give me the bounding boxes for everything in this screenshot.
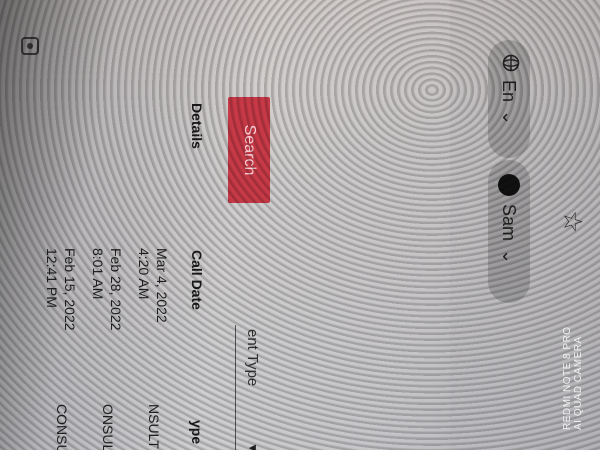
chevron-down-icon: ⌄ [499,110,520,126]
avatar [498,174,520,196]
user-name: Sam [499,204,520,242]
event-type-select[interactable]: ent Type ▼ [235,325,270,450]
call-date-cell: Mar 4, 2022 4:20 AM [135,248,171,348]
calls-table: Details Call Date ype Mar 4, 2022 4:20 A… [0,0,205,450]
type-cell: NSULT [146,404,162,449]
app-page: ☆ En ⌄ Sam ⌄ Search ent Type ▼ Details C… [0,0,600,450]
call-date: Feb 15, 2022 [62,248,78,331]
call-date: Feb 28, 2022 [108,248,124,331]
column-header-details[interactable]: Details [189,103,205,149]
chevron-down-icon: ⌄ [499,249,520,265]
call-time: 12:41 PM [44,248,60,308]
type-cell: CONSULT [54,404,70,450]
camera-watermark: REDMI NOTE 8 PRO AI QUAD CAMERA [556,300,592,450]
watermark-line-1: REDMI NOTE 8 PRO [562,326,573,430]
event-type-value: ent Type [244,329,262,387]
watermark-line-2: AI QUAD CAMERA [573,336,584,430]
language-selector[interactable]: En ⌄ [488,40,530,158]
call-time: 4:20 AM [136,248,152,300]
language-label: En [499,80,520,103]
column-header-type[interactable]: ype [189,420,205,444]
search-button[interactable]: Search [228,97,270,203]
photographed-screen: ☆ En ⌄ Sam ⌄ Search ent Type ▼ Details C… [0,0,600,450]
call-date: Mar 4, 2022 [154,248,170,323]
type-cell: ONSULT [100,404,116,450]
user-menu[interactable]: Sam ⌄ [488,160,530,303]
call-date-cell: Feb 15, 2022 12:41 PM [43,248,79,348]
call-time: 8:01 AM [90,248,106,300]
globe-icon [498,54,521,72]
column-header-call-date[interactable]: Call Date [189,250,205,310]
star-icon[interactable]: ☆ [557,210,588,233]
caret-down-icon: ▼ [246,442,260,450]
call-date-cell: Feb 28, 2022 8:01 AM [89,248,125,348]
